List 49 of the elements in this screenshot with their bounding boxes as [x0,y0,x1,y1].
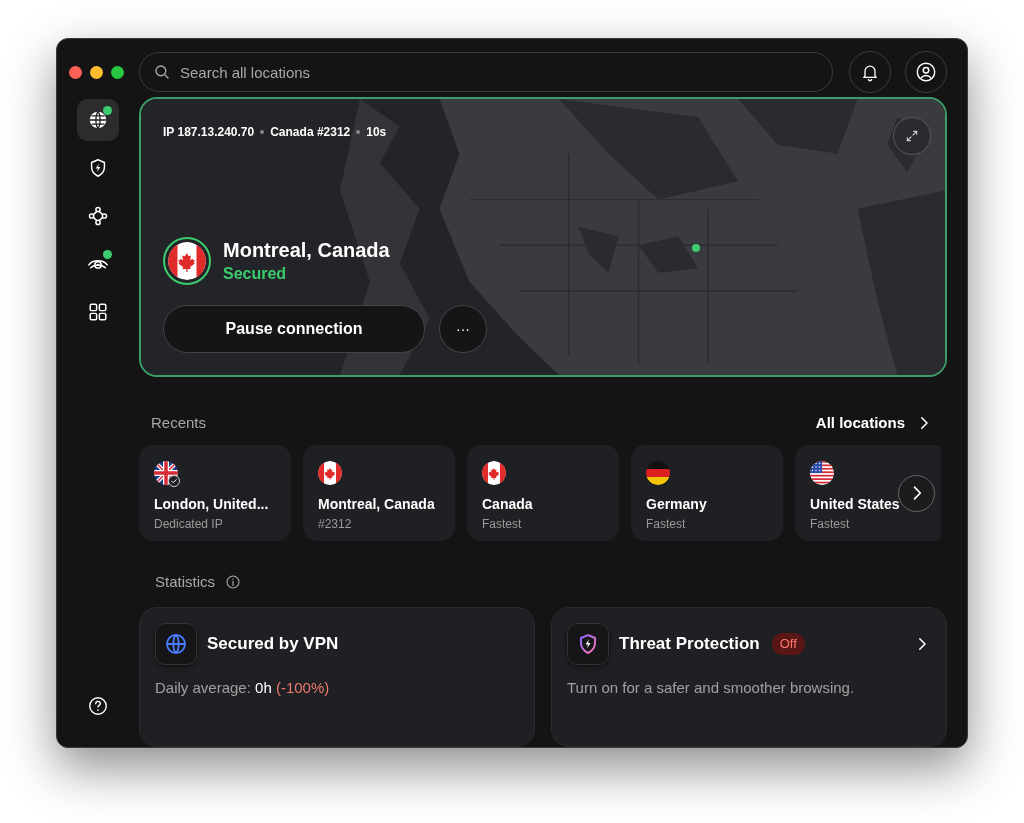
location-name: London, United... [154,494,270,514]
card-title: Secured by VPN [207,633,339,656]
recent-location-card[interactable]: Canada Fastest [467,444,619,541]
flag-icon [482,460,506,485]
location-detail: Fastest [482,515,523,533]
card-description: Turn on for a safer and smoother browsing. [567,678,856,698]
ip-address: IP 187.13.240.70 [163,124,255,141]
sidebar-item[interactable] [77,99,119,141]
flag-icon [646,460,670,485]
search-field[interactable]: Search all locations [139,52,833,92]
close-window-button[interactable] [69,65,82,79]
recent-location-card[interactable]: Montreal, Canada #2312 [303,444,455,541]
flag-icon [318,460,342,485]
user-icon [915,61,937,83]
card-title: Threat Protection [619,633,760,656]
zoom-window-button[interactable] [111,65,124,79]
minimize-window-button[interactable] [90,65,103,79]
statistics-card[interactable]: Secured by VPN Daily average: 0h (-100%) [139,607,535,747]
location-name: Montreal, Canada [223,238,390,264]
location-detail: Fastest [646,515,687,533]
location-name: Montreal, Canada [318,494,436,514]
pause-connection-button[interactable]: Pause connection [163,305,425,354]
statistics-card[interactable]: Threat Protection Off Turn on for a safer and smoother browsing. [551,607,947,747]
location-name: Canada [482,494,534,514]
grid-icon [87,301,109,323]
search-icon [153,63,171,81]
flag-icon [810,460,834,485]
recent-location-card[interactable]: United States Fastest [795,444,941,541]
expand-icon [905,129,919,143]
section-title: Recents [151,412,207,433]
recent-location-card[interactable]: London, United... Dedicated IP [139,444,291,541]
card-description: Daily average: 0h (-100%) [155,678,331,698]
globe-icon [87,109,109,131]
status-badge: Off [771,633,805,655]
globe-icon [164,632,188,656]
server-name: Canada #2312 [270,124,351,141]
help-icon [87,695,109,717]
info-icon [225,573,241,590]
location-detail: #2312 [318,515,353,533]
location-name: Germany [646,494,708,514]
section-title: Statistics [155,571,215,592]
location-detail: Fastest [810,515,851,533]
connection-status: Secured [223,264,288,285]
connection-time: 10s [366,124,387,141]
all-locations-link[interactable]: All locations [815,411,933,435]
location-name: United States [810,494,901,514]
location-detail: Dedicated IP [154,515,224,533]
recent-location-card[interactable]: Germany Fastest [631,444,783,541]
mesh-icon [87,205,109,227]
